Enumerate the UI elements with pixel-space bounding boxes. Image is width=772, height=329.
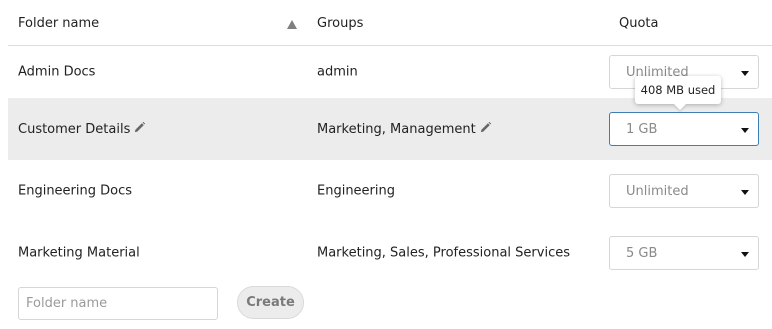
folder-name-cell: Customer Details <box>18 121 146 137</box>
quota-usage-tooltip: 408 MB used <box>635 76 721 104</box>
edit-groups-pencil-icon[interactable] <box>479 121 492 134</box>
groups-column-header[interactable]: Groups <box>317 16 363 31</box>
groups-cell: Marketing, Management <box>317 121 492 137</box>
chevron-down-icon <box>741 71 749 76</box>
groups-cell: admin <box>317 64 358 80</box>
groups-text: Marketing, Management <box>317 122 476 137</box>
folder-name-cell: Marketing Material <box>18 245 140 261</box>
table-row[interactable]: Marketing Material Marketing, Sales, Pro… <box>8 222 772 284</box>
quota-select[interactable]: 5 GB <box>609 236 759 270</box>
quota-column-header[interactable]: Quota <box>619 16 659 31</box>
quota-select[interactable]: 1 GB <box>609 112 759 146</box>
groups-cell: Marketing, Sales, Professional Services <box>317 245 570 261</box>
quota-value: 1 GB <box>626 122 658 137</box>
folders-table: Folder name Groups Quota Admin Docs admi… <box>8 0 772 284</box>
folder-name-cell: Engineering Docs <box>18 183 133 199</box>
chevron-down-icon <box>741 190 749 195</box>
table-header: Folder name Groups Quota <box>8 0 772 46</box>
folder-name-cell: Admin Docs <box>18 64 96 80</box>
folder-name-text: Customer Details <box>18 122 131 137</box>
quota-value: Unlimited <box>626 184 689 199</box>
table-row[interactable]: Customer Details Marketing, Management 1… <box>8 98 772 160</box>
create-folder-button[interactable]: Create <box>237 286 304 319</box>
folder-name-column-header[interactable]: Folder name <box>18 16 99 31</box>
edit-folder-name-pencil-icon[interactable] <box>133 121 146 134</box>
quota-select[interactable]: Unlimited <box>609 174 759 208</box>
sort-ascending-icon[interactable] <box>287 20 297 29</box>
chevron-down-icon <box>741 128 749 133</box>
chevron-down-icon <box>741 252 749 257</box>
table-row[interactable]: Engineering Docs Engineering Unlimited <box>8 160 772 222</box>
groups-cell: Engineering <box>317 183 395 199</box>
new-folder-name-input[interactable] <box>18 287 218 320</box>
quota-value: 5 GB <box>626 246 658 261</box>
